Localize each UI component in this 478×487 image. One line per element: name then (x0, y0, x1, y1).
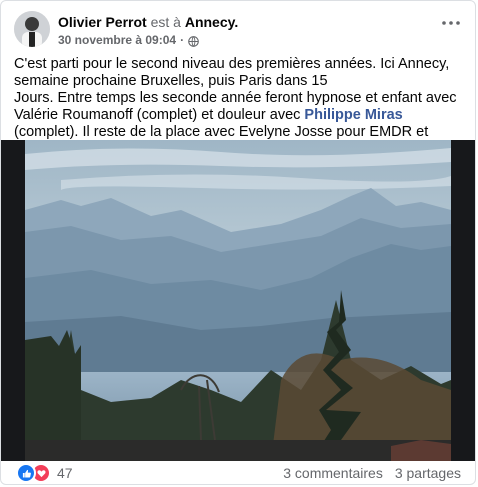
location-name[interactable]: Annecy. (185, 14, 238, 30)
post-photo[interactable] (1, 140, 475, 461)
like-icon (16, 463, 36, 483)
post-meta: Olivier Perrot est à Annecy. 30 novembre… (58, 11, 238, 48)
separator: · (180, 33, 185, 47)
engagement-stats: 3 commentaires 3 partages (283, 465, 461, 481)
author-line: Olivier Perrot est à Annecy. (58, 13, 238, 31)
post-footer: 47 3 commentaires 3 partages (1, 461, 475, 485)
avatar-image (14, 11, 50, 47)
shares-count-link[interactable]: 3 partages (395, 465, 461, 481)
landscape-image (1, 140, 475, 461)
location-prefix: est à (150, 14, 181, 30)
reactions-summary[interactable]: 47 (16, 463, 73, 483)
globe-icon (188, 35, 199, 47)
post-subline: 30 novembre à 09:04 · (58, 32, 238, 48)
avatar[interactable] (14, 11, 50, 47)
author-name[interactable]: Olivier Perrot (58, 14, 147, 30)
mention-link[interactable]: Philippe Miras (304, 107, 402, 123)
comments-count-link[interactable]: 3 commentaires (283, 465, 383, 481)
post-timestamp[interactable]: 30 novembre à 09:04 (58, 32, 176, 48)
more-options-icon[interactable] (439, 15, 463, 31)
post-card: Olivier Perrot est à Annecy. 30 novembre… (0, 0, 476, 485)
post-header: Olivier Perrot est à Annecy. 30 novembre… (14, 11, 238, 48)
post-text-line: C'est parti pour le second niveau des pr… (14, 56, 450, 89)
reaction-count: 47 (57, 465, 73, 481)
